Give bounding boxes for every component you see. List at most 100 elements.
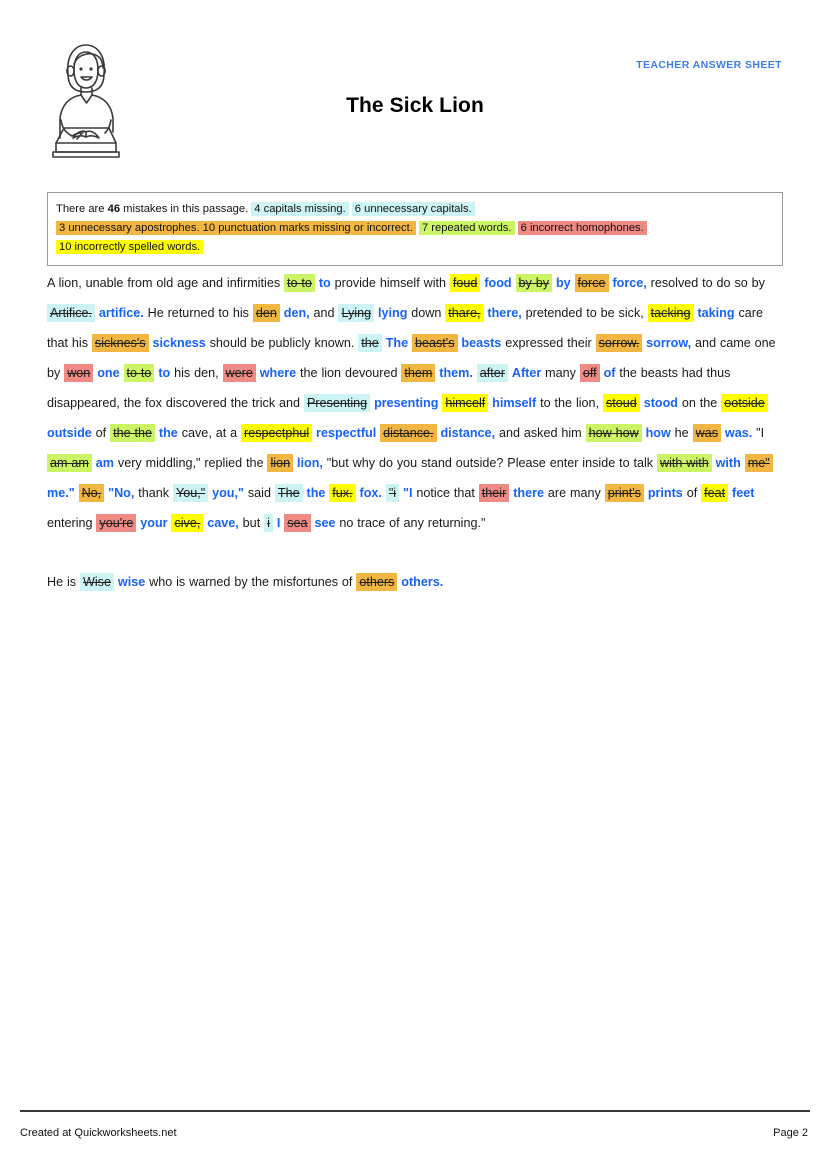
worksheet-page: TEACHER ANSWER SHEET The Sick Lion There…	[0, 0, 830, 1173]
correction-token: food	[484, 276, 512, 290]
mistake-token: to to	[284, 274, 315, 292]
correction-token: presenting	[374, 396, 439, 410]
mistake-token: off	[579, 364, 600, 382]
mistake-token: "i	[385, 484, 400, 502]
correction-token: with	[715, 456, 741, 470]
mistake-token: with with	[657, 454, 712, 472]
correction-token: taking	[697, 306, 735, 320]
correction-token: force,	[612, 276, 647, 290]
correction-token: see	[314, 516, 336, 530]
passage-paragraph-2: He is Wise wise who is warned by the mis…	[47, 573, 444, 591]
correction-token: them.	[439, 366, 473, 380]
correction-token: The	[385, 336, 409, 350]
mistake-token: won	[64, 364, 94, 382]
mistake-token: i	[264, 514, 273, 532]
footer-page-number: Page 2	[773, 1127, 808, 1139]
correction-token: where	[259, 366, 297, 380]
mistake-token: them	[401, 364, 436, 382]
mistake-token: how how	[585, 424, 642, 442]
correction-token: sickness	[152, 336, 206, 350]
passage-body: A lion, unable from old age and infirmit…	[47, 268, 787, 607]
mistake-token: me"	[744, 454, 773, 472]
mistake-token: lion	[267, 454, 294, 472]
correction-token: of	[603, 366, 616, 380]
mistake-token: respectphul	[241, 424, 313, 442]
correction-token: to	[318, 276, 331, 290]
mistake-token: am am	[47, 454, 92, 472]
mistake-token: after	[476, 364, 508, 382]
correction-token: "I	[403, 486, 413, 500]
correction-token: there	[513, 486, 544, 500]
correction-token: to	[158, 366, 171, 380]
correction-token: respectful	[316, 426, 377, 440]
mistake-token: distance.	[380, 424, 437, 442]
mistake-token: Artifice.	[47, 304, 95, 322]
mistake-token: their	[478, 484, 510, 502]
mistake-count: 46	[107, 203, 121, 215]
mistake-token: sea	[284, 514, 311, 532]
mistake-token: force	[574, 274, 609, 292]
correction-token: others.	[401, 575, 444, 589]
correction-token: fox.	[359, 486, 382, 500]
correction-token: the	[158, 426, 178, 440]
mistake-token: Presenting	[303, 394, 371, 412]
correction-token: how	[645, 426, 671, 440]
legend-intro-suffix: mistakes in this passage.	[120, 203, 252, 215]
mistake-token: feat	[701, 484, 729, 502]
mistake-token: to to	[123, 364, 155, 382]
mistake-token: ootside	[721, 394, 768, 412]
mistake-token: fux.	[329, 484, 356, 502]
passage-paragraph-1: A lion, unable from old age and infirmit…	[47, 274, 776, 532]
correction-token: I	[276, 516, 281, 530]
correction-token: sorrow,	[646, 336, 692, 350]
correction-token: the	[306, 486, 326, 500]
correction-token: there,	[487, 306, 522, 320]
correction-token: himself	[492, 396, 537, 410]
mistake-token: the	[358, 334, 382, 352]
mistake-token: den	[252, 304, 280, 322]
legend-item: 7 repeated words.	[418, 221, 515, 235]
legend-item: 4 capitals missing.	[251, 202, 349, 216]
mistake-legend-box: There are 46 mistakes in this passage. 4…	[47, 192, 783, 266]
correction-token: wise	[117, 575, 146, 589]
mistake-token: No,	[78, 484, 105, 502]
mistake-token: himcelf	[442, 394, 489, 412]
correction-token: was.	[724, 426, 753, 440]
mistake-token: was	[692, 424, 721, 442]
mistake-token: cive,	[171, 514, 204, 532]
mistake-token: thare,	[445, 304, 484, 322]
mistake-token: others	[356, 573, 398, 591]
correction-token: am	[95, 456, 114, 470]
footer-divider	[20, 1110, 810, 1112]
mistake-token: by by	[515, 274, 553, 292]
correction-token: artifice.	[98, 306, 144, 320]
legend-item: 6 incorrect homophones.	[517, 221, 647, 235]
correction-token: one	[97, 366, 120, 380]
correction-token: by	[555, 276, 571, 290]
mistake-token: foud	[449, 274, 481, 292]
mistake-token: were	[222, 364, 256, 382]
mistake-token: sorrow.	[595, 334, 643, 352]
mistake-token: sicknes's	[91, 334, 149, 352]
correction-token: stood	[643, 396, 678, 410]
correction-token: your	[140, 516, 168, 530]
legend-intro-prefix: There are	[56, 203, 108, 215]
page-title: The Sick Lion	[346, 94, 484, 117]
mistake-token: You,"	[172, 484, 209, 502]
correction-token: den,	[283, 306, 310, 320]
mistake-token: Wise	[80, 573, 114, 591]
correction-token: cave,	[207, 516, 239, 530]
mistake-token: stoud	[602, 394, 640, 412]
mistake-token: The	[274, 484, 303, 502]
mistake-token: you're	[96, 514, 137, 532]
correction-token: After	[511, 366, 542, 380]
correction-token: lion,	[297, 456, 323, 470]
mistake-token: the the	[110, 424, 156, 442]
correction-token: "No,	[108, 486, 135, 500]
correction-token: distance,	[440, 426, 496, 440]
page-header: TEACHER ANSWER SHEET The Sick Lion	[0, 0, 830, 175]
correction-token: prints	[647, 486, 683, 500]
mistake-token: Lying	[338, 304, 375, 322]
legend-item: 6 unnecessary capitals.	[351, 202, 475, 216]
correction-token: lying	[378, 306, 408, 320]
